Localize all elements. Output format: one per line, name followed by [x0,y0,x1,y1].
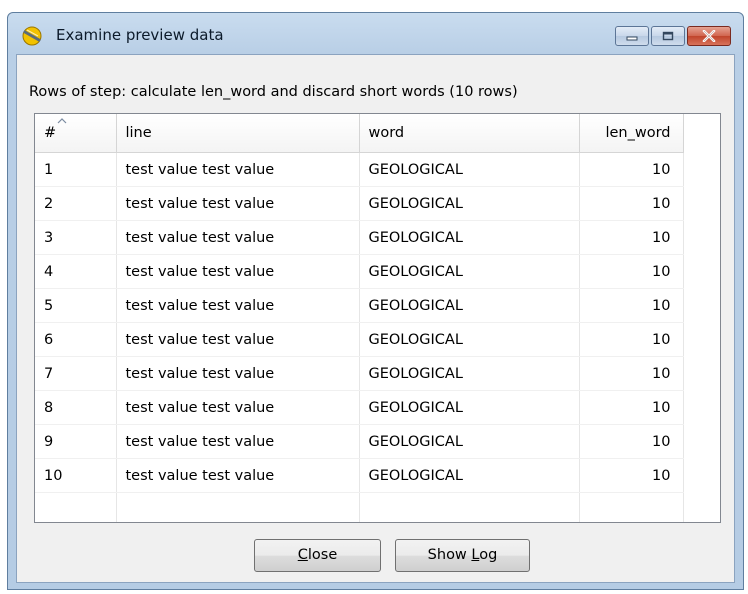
minimize-icon [626,36,638,41]
cell-index: 6 [35,322,117,357]
cell-index: 3 [35,220,117,255]
cell-index: 4 [35,254,117,289]
cell-line: test value test value [116,152,360,187]
cell-line: test value test value [116,220,360,255]
empty-cell [359,492,580,522]
maximize-icon [662,31,674,41]
table-row[interactable]: 10 test value test value GEOLOGICAL 10 [35,458,684,493]
cell-line: test value test value [116,186,360,221]
cell-index: 10 [35,458,117,493]
close-button[interactable]: Close [254,539,381,572]
sort-ascending-icon [57,118,67,124]
cell-line: test value test value [116,254,360,289]
kettle-spoon-icon [22,26,42,46]
cell-line: test value test value [116,288,360,323]
table-row[interactable]: 2 test value test value GEOLOGICAL 10 [35,186,684,221]
dialog-content: Rows of step: calculate len_word and dis… [16,54,735,583]
table-row[interactable]: 8 test value test value GEOLOGICAL 10 [35,390,684,425]
cell-line: test value test value [116,424,360,459]
cell-len-word: 10 [579,254,684,289]
table-row[interactable]: 6 test value test value GEOLOGICAL 10 [35,322,684,357]
column-header-line[interactable]: line [116,114,360,153]
column-header-index[interactable]: # [35,114,117,153]
maximize-button[interactable] [651,26,685,46]
cell-word: GEOLOGICAL [359,220,580,255]
cell-word: GEOLOGICAL [359,356,580,391]
cell-len-word: 10 [579,288,684,323]
cell-index: 2 [35,186,117,221]
caption-buttons [615,26,731,46]
table-row[interactable]: 5 test value test value GEOLOGICAL 10 [35,288,684,323]
rows-caption: Rows of step: calculate len_word and dis… [29,84,518,100]
preview-table[interactable]: # line word len_word 1 test value test va… [34,113,721,523]
cell-index: 9 [35,424,117,459]
table-row[interactable]: 3 test value test value GEOLOGICAL 10 [35,220,684,255]
cell-index: 5 [35,288,117,323]
table-row[interactable]: 9 test value test value GEOLOGICAL 10 [35,424,684,459]
close-icon [702,30,716,42]
cell-word: GEOLOGICAL [359,390,580,425]
cell-line: test value test value [116,390,360,425]
table-body: 1 test value test value GEOLOGICAL 10 2 test … [35,152,684,522]
empty-cell [116,492,360,522]
empty-cell [35,492,117,522]
cell-len-word: 10 [579,356,684,391]
cell-index: 8 [35,390,117,425]
cell-len-word: 10 [579,322,684,357]
cell-len-word: 10 [579,458,684,493]
table-header-row: # line word len_word [35,114,684,153]
column-header-word[interactable]: word [359,114,580,153]
close-mnemonic: C [297,547,308,563]
column-header-label: # [44,125,57,141]
table-row[interactable]: 1 test value test value GEOLOGICAL 10 [35,152,684,187]
cell-len-word: 10 [579,390,684,425]
cell-word: GEOLOGICAL [359,186,580,221]
cell-len-word: 10 [579,220,684,255]
cell-line: test value test value [116,458,360,493]
show-log-button[interactable]: Show Log [395,539,530,572]
window-title: Examine preview data [56,26,224,44]
dialog-window: Examine preview data Rows of step: calcu… [7,12,744,590]
cell-index: 7 [35,356,117,391]
minimize-button[interactable] [615,26,649,46]
show-log-prefix: Show [427,547,472,563]
table-row[interactable]: 4 test value test value GEOLOGICAL 10 [35,254,684,289]
cell-word: GEOLOGICAL [359,152,580,187]
empty-row [35,492,684,522]
cell-len-word: 10 [579,424,684,459]
cell-word: GEOLOGICAL [359,288,580,323]
title-bar[interactable]: Examine preview data [8,13,743,53]
cell-line: test value test value [116,322,360,357]
close-window-button[interactable] [687,26,731,46]
show-log-label-rest: og [479,547,498,563]
cell-index: 1 [35,152,117,187]
cell-word: GEOLOGICAL [359,322,580,357]
cell-word: GEOLOGICAL [359,458,580,493]
cell-word: GEOLOGICAL [359,254,580,289]
cell-len-word: 10 [579,186,684,221]
empty-cell [579,492,684,522]
cell-word: GEOLOGICAL [359,424,580,459]
cell-len-word: 10 [579,152,684,187]
cell-line: test value test value [116,356,360,391]
preview-grid: # line word len_word 1 test value test va… [35,114,684,522]
table-row[interactable]: 7 test value test value GEOLOGICAL 10 [35,356,684,391]
column-header-len-word[interactable]: len_word [579,114,684,153]
close-label-rest: lose [307,547,338,563]
